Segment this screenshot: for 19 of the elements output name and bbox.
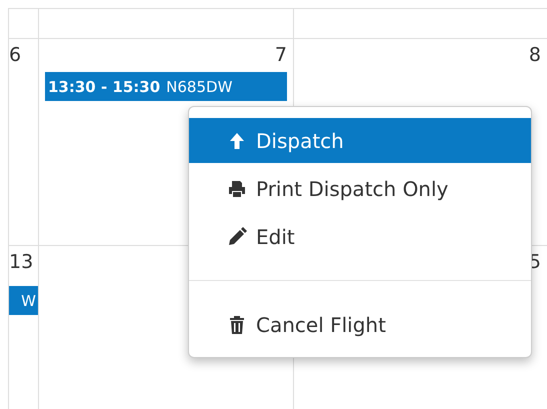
menu-item[interactable]: Dispatch — [189, 118, 531, 163]
event-title: N685DW — [166, 78, 232, 96]
event-title: W — [21, 292, 36, 310]
day-number: 6 — [9, 43, 22, 67]
arrow-up-icon — [227, 130, 247, 150]
trash-icon — [227, 314, 247, 334]
printer-icon — [227, 178, 247, 198]
event-bar[interactable]: W — [9, 286, 38, 315]
calendar-cell[interactable]: 6 — [9, 39, 39, 246]
calendar-cell[interactable]: 13 W — [9, 246, 39, 409]
pencil-icon — [227, 226, 247, 246]
day-number: 7 — [274, 43, 288, 67]
event-bar[interactable]: 13:30 - 15:30 N685DW — [45, 72, 287, 101]
calendar-cell[interactable] — [9, 9, 39, 39]
menu-item[interactable]: Cancel Flight — [189, 302, 531, 347]
day-number: 8 — [528, 43, 542, 67]
day-number: 13 — [9, 250, 34, 274]
calendar-cell[interactable] — [39, 9, 294, 39]
event-time: 13:30 - 15:30 — [48, 78, 160, 96]
